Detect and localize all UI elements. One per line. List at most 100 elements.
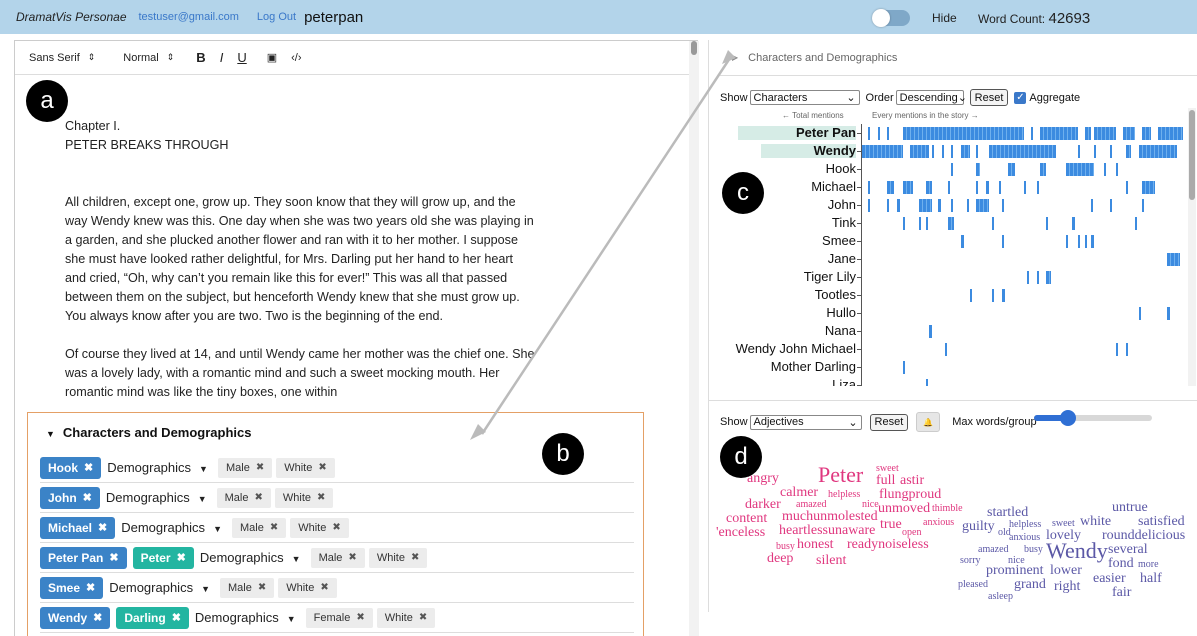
close-icon[interactable]: ✖ — [270, 522, 278, 533]
mention-bar[interactable] — [887, 199, 890, 212]
mention-bar[interactable] — [1167, 307, 1171, 320]
italic-button[interactable]: I — [220, 50, 224, 65]
timeline-character-label[interactable]: Tiger Lily — [804, 269, 856, 284]
timeline-character-label[interactable]: Liza — [832, 377, 856, 386]
mention-bar[interactable] — [998, 181, 1001, 194]
wordcloud-word[interactable]: untrue — [1112, 501, 1148, 515]
demographics-dropdown[interactable]: Demographics ▼ — [109, 580, 210, 595]
mention-bar[interactable] — [941, 145, 944, 158]
wordcloud-word[interactable]: several — [1108, 543, 1148, 557]
editor-scrollbar[interactable] — [689, 41, 699, 636]
mention-bar[interactable] — [960, 235, 964, 248]
wordcloud-word[interactable]: grand — [1014, 578, 1046, 592]
timeline-character-label[interactable]: Wendy John Michael — [736, 341, 856, 356]
demographics-dropdown[interactable]: Demographics ▼ — [106, 490, 207, 505]
close-icon[interactable]: ✖ — [93, 611, 102, 624]
mention-bar[interactable] — [1141, 181, 1155, 194]
wordcloud-word[interactable]: honest — [797, 538, 834, 552]
demographics-dropdown[interactable]: Demographics ▼ — [195, 610, 296, 625]
wordcloud-word[interactable]: pleased — [958, 580, 988, 590]
font-size-select[interactable]: Normal ⇕ — [123, 52, 174, 64]
mention-bar[interactable] — [1090, 199, 1093, 212]
mention-bar[interactable] — [903, 361, 906, 374]
scrollbar-thumb[interactable] — [691, 41, 697, 55]
mention-bar[interactable] — [1001, 289, 1006, 302]
demographic-tag[interactable]: Male ✖ — [231, 517, 287, 538]
wordcloud-word[interactable]: calmer — [780, 486, 818, 500]
close-icon[interactable]: ✖ — [177, 551, 186, 564]
max-words-slider[interactable] — [1034, 410, 1152, 426]
mention-bar[interactable] — [1024, 181, 1027, 194]
wordcloud-word[interactable]: helpless — [828, 490, 860, 500]
wordcloud-word[interactable]: Wendy — [1046, 540, 1108, 562]
mention-bar[interactable] — [931, 145, 934, 158]
right-panel-header[interactable]: ▶ Characters and Demographics — [720, 40, 1197, 76]
close-icon[interactable]: ✖ — [258, 582, 266, 593]
demographic-tag[interactable]: White ✖ — [274, 487, 334, 508]
order-select[interactable]: Descending ⌄ — [895, 90, 967, 105]
close-icon[interactable]: ✖ — [332, 522, 340, 533]
mention-bar[interactable] — [877, 127, 880, 140]
wordcloud-word[interactable]: rounddelicious — [1102, 529, 1185, 543]
panel-header[interactable]: ▼ Characters and Demographics — [46, 425, 252, 440]
timeline-character-label[interactable]: Tootles — [815, 287, 856, 302]
wordcloud-word[interactable]: astir — [900, 474, 924, 488]
close-icon[interactable]: ✖ — [411, 552, 419, 563]
character-chip[interactable]: Hook ✖ — [40, 456, 102, 479]
mention-bar[interactable] — [1157, 127, 1184, 140]
demographic-tag[interactable]: Male ✖ — [220, 577, 275, 598]
mention-bar[interactable] — [1094, 145, 1097, 158]
timeline-character-label[interactable]: Wendy — [814, 143, 856, 158]
wordcloud-word[interactable]: sorry — [960, 556, 981, 566]
mention-bar[interactable] — [903, 127, 1025, 140]
wordcloud-word[interactable]: full — [876, 474, 895, 488]
mention-bar[interactable] — [896, 199, 901, 212]
close-icon[interactable]: ✖ — [356, 612, 364, 623]
code-icon[interactable]: ‹/› — [291, 52, 301, 64]
mention-bar[interactable] — [1078, 235, 1081, 248]
mention-bar[interactable] — [925, 379, 928, 386]
mention-bar[interactable] — [919, 217, 922, 230]
wordcloud-word[interactable]: half — [1140, 572, 1162, 586]
wordcloud-word[interactable]: startled — [987, 506, 1028, 520]
wordcloud-word[interactable]: fair — [1112, 586, 1131, 600]
mention-bar[interactable] — [1138, 307, 1141, 320]
mention-bar[interactable] — [1125, 343, 1128, 356]
mention-bar[interactable] — [1036, 181, 1039, 194]
mention-bar[interactable] — [1027, 271, 1030, 284]
mention-bar[interactable] — [976, 163, 980, 176]
mention-bar[interactable] — [928, 325, 932, 338]
demographic-tag[interactable]: White ✖ — [368, 547, 428, 568]
image-icon[interactable]: ▣ — [267, 51, 277, 64]
font-family-select[interactable]: Sans Serif ⇕ — [29, 52, 95, 64]
mention-bar[interactable] — [1122, 127, 1136, 140]
mention-bar[interactable] — [1040, 127, 1079, 140]
character-chip[interactable]: Michael ✖ — [40, 516, 116, 539]
mention-bar[interactable] — [1110, 199, 1113, 212]
close-icon[interactable]: ✖ — [86, 581, 95, 594]
mention-bar[interactable] — [992, 289, 995, 302]
mention-bar[interactable] — [960, 145, 971, 158]
mention-bar[interactable] — [1084, 127, 1091, 140]
mention-bar[interactable] — [951, 199, 954, 212]
mention-bar[interactable] — [1116, 343, 1119, 356]
aggregate-checkbox[interactable]: ✓ Aggregate — [1014, 91, 1080, 104]
mention-bar[interactable] — [1046, 271, 1052, 284]
timeline-character-label[interactable]: Hook — [826, 161, 856, 176]
mention-bar[interactable] — [1138, 145, 1177, 158]
mention-bar[interactable] — [868, 199, 871, 212]
mention-bar[interactable] — [1094, 127, 1117, 140]
mention-bar[interactable] — [887, 181, 894, 194]
mention-bar[interactable] — [919, 199, 932, 212]
close-icon[interactable]: ✖ — [98, 521, 107, 534]
character-timeline[interactable]: Peter Pan Wendy Hook Michael John Tink Smee Jan… — [728, 124, 1186, 386]
mention-bar[interactable] — [986, 181, 990, 194]
mention-bar[interactable] — [992, 217, 995, 230]
mention-bar[interactable] — [903, 181, 913, 194]
close-icon[interactable]: ✖ — [419, 612, 427, 623]
character-chip[interactable]: Smee ✖ — [40, 576, 104, 599]
mention-bar[interactable] — [1040, 163, 1047, 176]
demographic-tag[interactable]: Female ✖ — [305, 607, 373, 628]
wordcloud-word[interactable]: true — [880, 518, 902, 532]
close-icon[interactable]: ✖ — [320, 582, 328, 593]
